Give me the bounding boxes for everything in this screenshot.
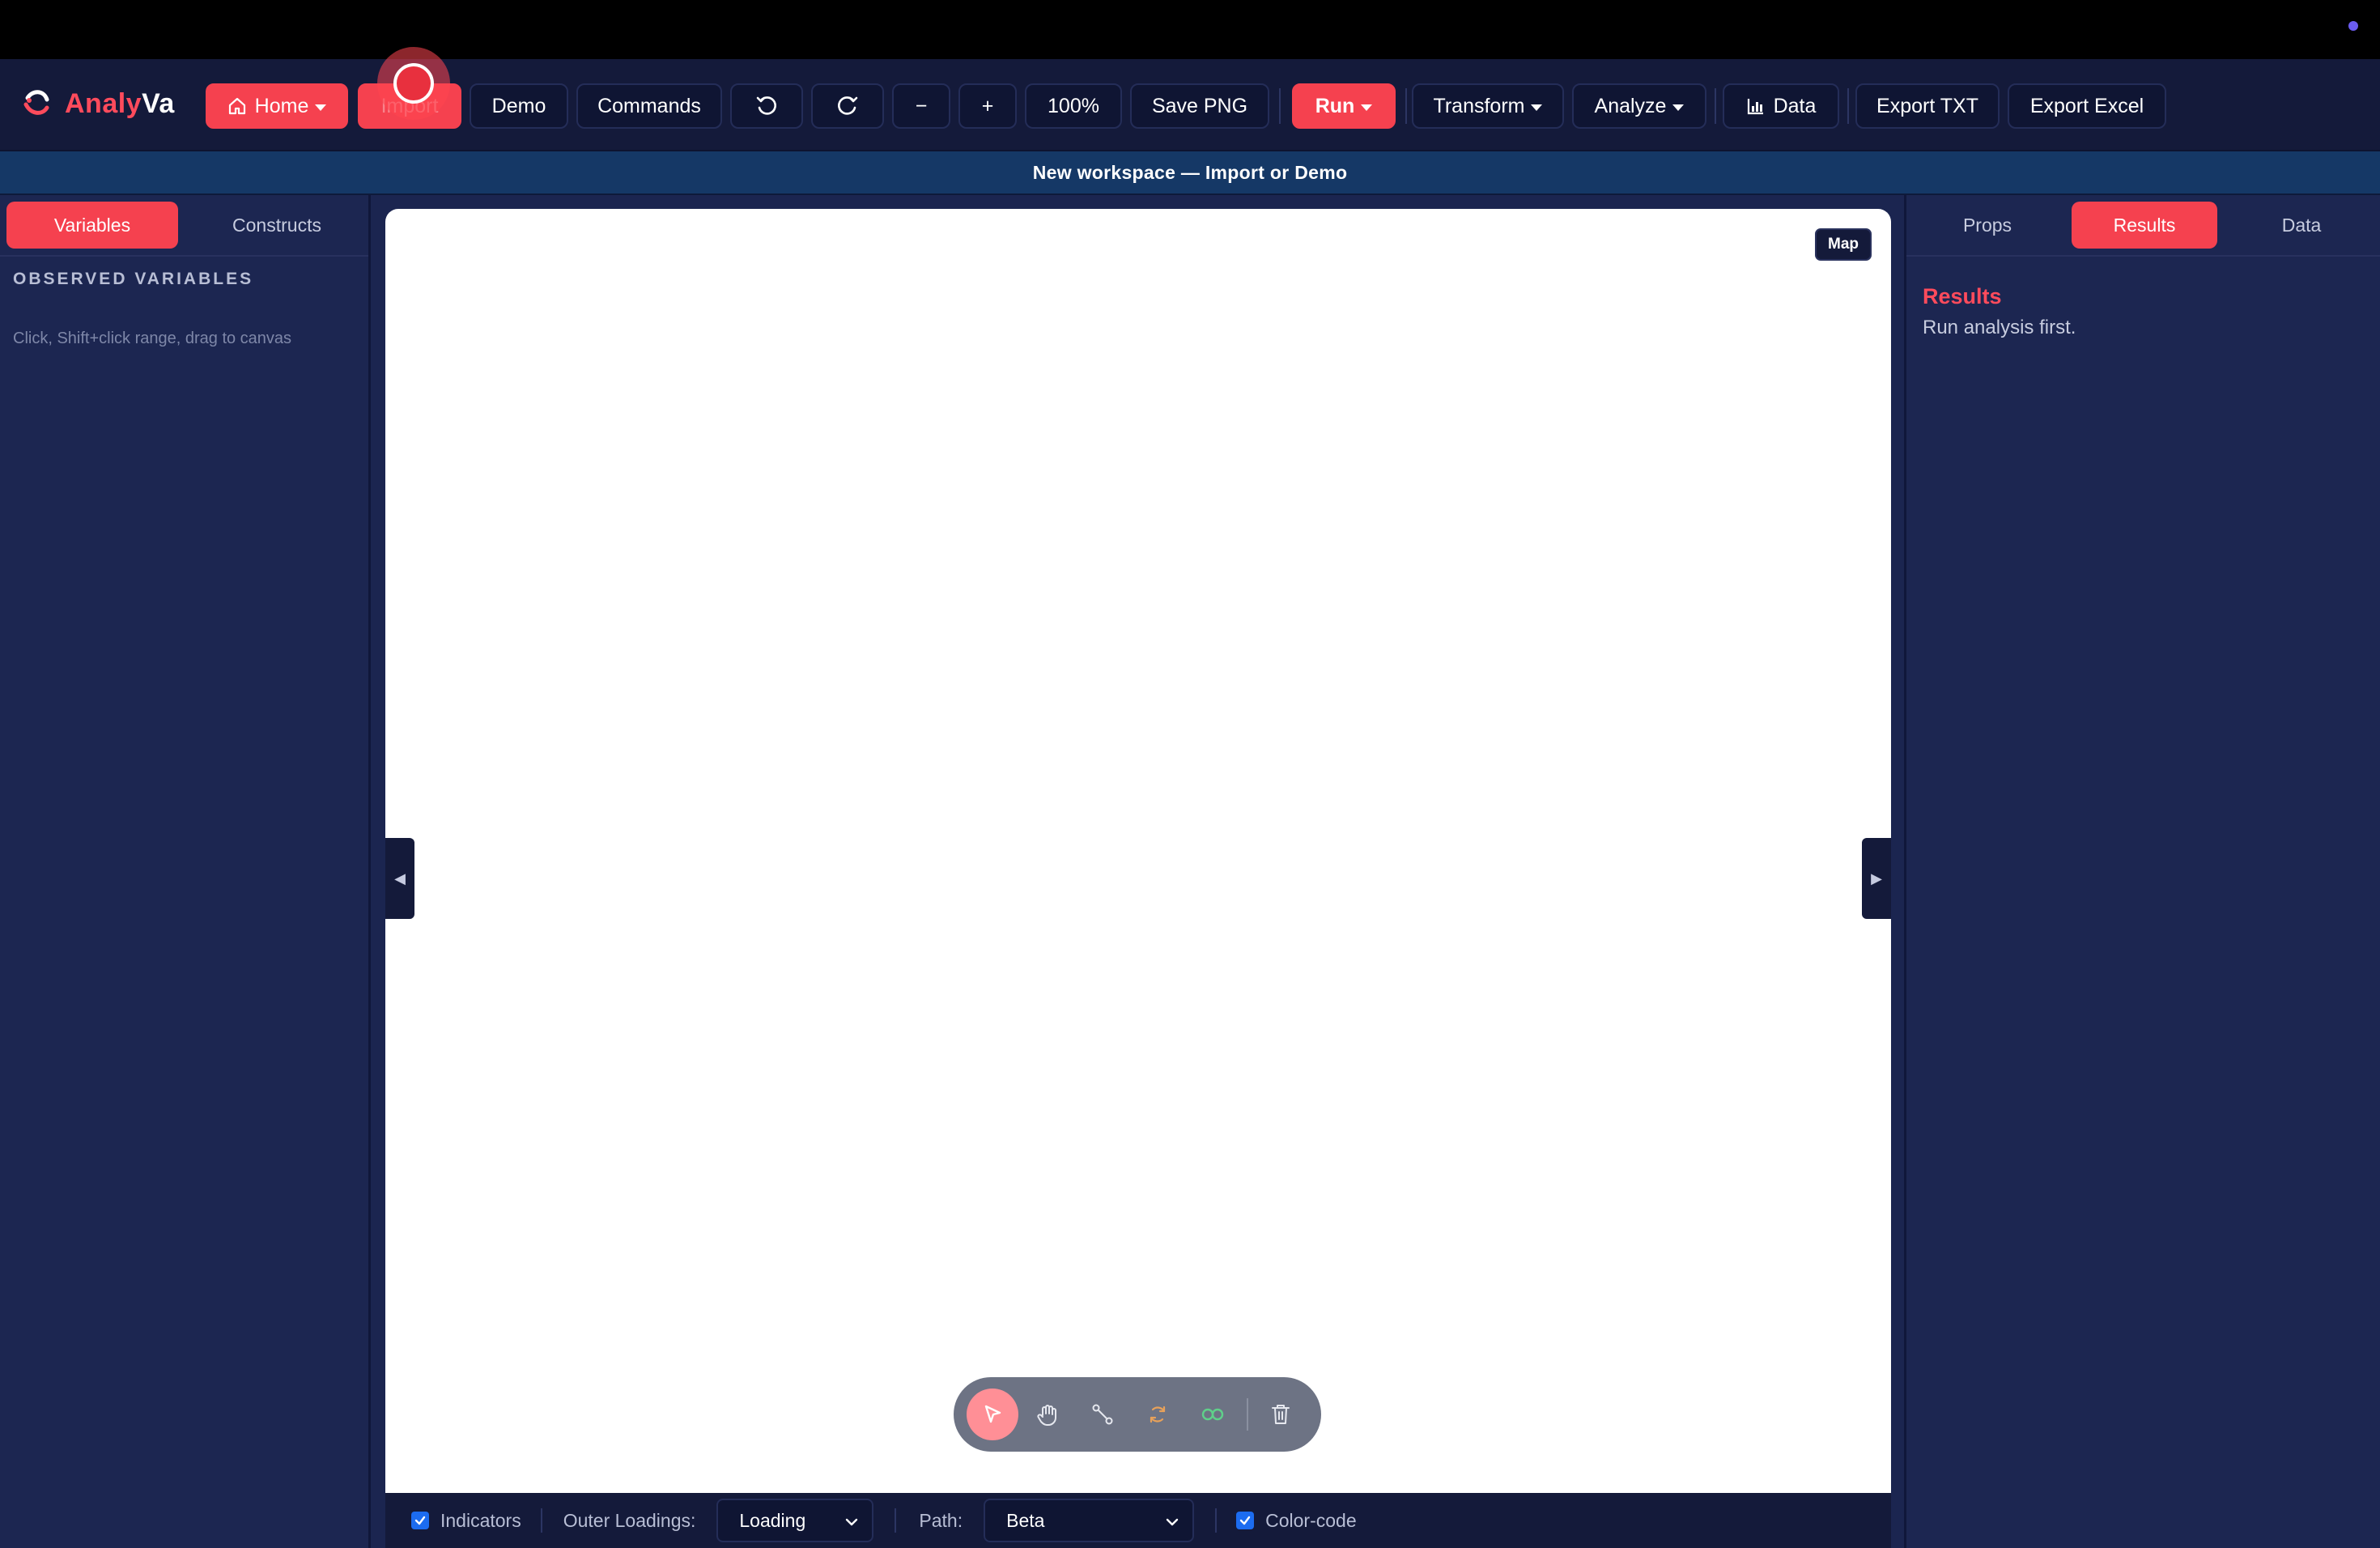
pointer-icon xyxy=(984,1405,1001,1423)
left-tabs: Variables Constructs xyxy=(0,195,368,257)
canvas-options-bar: Indicators Outer Loadings: Loading Path:… xyxy=(385,1493,1891,1548)
save-png-button[interactable]: Save PNG xyxy=(1130,83,1269,129)
tool-divider xyxy=(1247,1398,1248,1431)
tab-props[interactable]: Props xyxy=(1910,202,2065,249)
link-icon xyxy=(1201,1408,1224,1421)
tab-variables[interactable]: Variables xyxy=(6,202,178,249)
indicators-checkbox[interactable] xyxy=(411,1512,429,1529)
outer-loadings-select[interactable]: Loading xyxy=(716,1499,874,1542)
results-message: Run analysis first. xyxy=(1923,317,2076,338)
toolbar-divider xyxy=(1405,88,1407,124)
redo-icon xyxy=(838,96,858,115)
indicators-label: Indicators xyxy=(440,1509,521,1531)
chevron-down-icon xyxy=(1531,104,1543,111)
data-button[interactable]: Data xyxy=(1723,83,1839,129)
zoom-level-button[interactable]: 100% xyxy=(1025,83,1122,129)
undo-icon xyxy=(756,96,776,115)
redo-button[interactable] xyxy=(811,83,884,129)
record-icon xyxy=(393,63,434,104)
outer-loadings-label: Outer Loadings: xyxy=(563,1509,696,1531)
workspace-banner: New workspace — Import or Demo xyxy=(0,151,2380,195)
connect-tool[interactable] xyxy=(1077,1389,1128,1440)
results-title: Results xyxy=(1923,284,2002,308)
export-excel-button[interactable]: Export Excel xyxy=(2008,83,2166,129)
collapse-left-panel-button[interactable]: ◀ xyxy=(385,838,414,919)
app-name: AnalyVa xyxy=(65,87,175,119)
analyze-menu-button[interactable]: Analyze xyxy=(1572,83,1706,129)
variables-hint: Click, Shift+click range, drag to canvas xyxy=(13,330,292,347)
color-code-checkbox[interactable] xyxy=(1236,1512,1255,1529)
tab-constructs[interactable]: Constructs xyxy=(191,202,363,249)
app-logo: AnalyVa xyxy=(19,83,175,124)
tab-data[interactable]: Data xyxy=(2224,202,2379,249)
option-divider xyxy=(540,1508,542,1533)
link-tool[interactable] xyxy=(1187,1389,1239,1440)
window-top-strip xyxy=(0,0,2380,59)
status-dot xyxy=(2348,21,2358,31)
toolbar-divider xyxy=(1847,88,1849,124)
color-code-label: Color-code xyxy=(1265,1509,1357,1531)
cursor-highlight xyxy=(377,47,450,120)
chevron-down-icon xyxy=(1361,104,1373,111)
chevron-down-icon xyxy=(1672,104,1685,111)
select-tool[interactable] xyxy=(967,1389,1018,1440)
bar-chart-icon xyxy=(1746,96,1766,116)
model-canvas[interactable]: Map ◀ ▶ xyxy=(385,209,1891,1493)
toolbar-divider xyxy=(1715,88,1716,124)
path-label: Path: xyxy=(919,1509,963,1531)
hand-icon xyxy=(1037,1405,1056,1426)
zoom-out-button[interactable]: − xyxy=(892,83,950,129)
canvas-tool-palette xyxy=(954,1377,1321,1452)
minimap-button[interactable]: Map xyxy=(1815,228,1872,261)
collapse-right-panel-button[interactable]: ▶ xyxy=(1862,838,1891,919)
left-panel: Variables Constructs OBSERVED VARIABLES … xyxy=(0,195,371,1548)
run-button[interactable]: Run xyxy=(1292,83,1396,129)
right-tabs: Props Results Data xyxy=(1906,195,2380,257)
transform-menu-button[interactable]: Transform xyxy=(1412,83,1564,129)
path-select[interactable]: Beta xyxy=(984,1499,1195,1542)
delete-tool[interactable] xyxy=(1255,1389,1307,1440)
option-divider xyxy=(895,1508,897,1533)
chevron-down-icon xyxy=(846,1518,858,1526)
right-panel: Props Results Data Results Run analysis … xyxy=(1904,195,2380,1548)
cycle-icon xyxy=(1150,1406,1166,1423)
trash-icon xyxy=(1272,1405,1290,1424)
construct-tool[interactable] xyxy=(1132,1389,1184,1440)
connect-icon xyxy=(1092,1404,1113,1425)
chevron-down-icon xyxy=(1166,1518,1179,1526)
demo-button[interactable]: Demo xyxy=(470,83,568,129)
pan-tool[interactable] xyxy=(1022,1389,1073,1440)
home-button[interactable]: Home xyxy=(206,83,348,129)
logo-icon xyxy=(23,90,49,115)
home-icon xyxy=(227,96,247,116)
section-title: OBSERVED VARIABLES xyxy=(13,270,254,288)
toolbar-divider xyxy=(1279,88,1281,124)
tab-results[interactable]: Results xyxy=(2072,202,2217,249)
option-divider xyxy=(1215,1508,1218,1533)
undo-button[interactable] xyxy=(730,83,803,129)
check-icon xyxy=(1239,1516,1251,1525)
zoom-in-button[interactable]: + xyxy=(958,83,1017,129)
main-toolbar: AnalyVa Home Import Demo Commands − + 10… xyxy=(0,59,2380,151)
check-icon xyxy=(414,1516,426,1525)
commands-button[interactable]: Commands xyxy=(576,83,722,129)
chevron-down-icon xyxy=(315,104,327,111)
export-txt-button[interactable]: Export TXT xyxy=(1855,83,2000,129)
